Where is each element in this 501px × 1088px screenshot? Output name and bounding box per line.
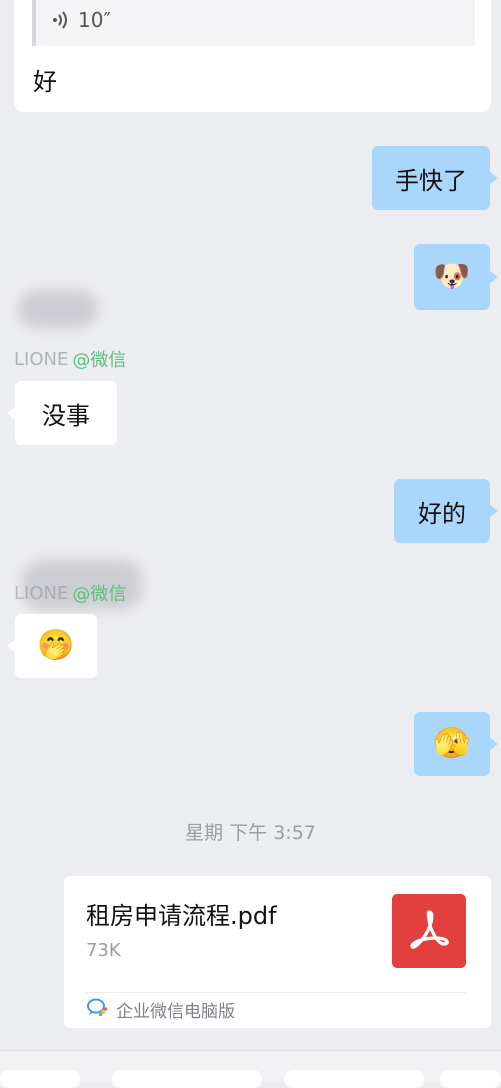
hand-over-mouth-emoji-icon: 🤭: [37, 628, 75, 663]
sender-source: @微信: [72, 350, 127, 371]
sender-name: LIONE: [14, 582, 69, 604]
outgoing-message-bubble[interactable]: 手快了: [372, 146, 498, 210]
peek-emoji-icon: 🫣: [433, 726, 471, 761]
doge-emoji-icon: 🐶: [433, 259, 471, 294]
bottom-bar-item[interactable]: [112, 1070, 262, 1088]
incoming-message-bubble[interactable]: 没事: [7, 381, 117, 445]
sender-source: @微信: [72, 584, 127, 605]
sender-label: LIONE @微信: [14, 580, 126, 606]
file-source-text: 企业微信电脑版: [116, 1001, 235, 1022]
outgoing-emoji-bubble[interactable]: 🐶: [414, 244, 498, 310]
pdf-icon: [392, 894, 466, 968]
bottom-bar-item[interactable]: [440, 1070, 501, 1088]
file-size: 73K: [86, 940, 121, 961]
message-text: 好的: [418, 499, 466, 528]
message-text: 没事: [42, 401, 90, 430]
quoted-reply-text: 好: [33, 68, 57, 96]
wecom-logo-icon: [86, 997, 108, 1022]
message-text: 手快了: [395, 166, 467, 195]
voice-message[interactable]: 10″: [52, 6, 111, 34]
bottom-bar-item[interactable]: [0, 1070, 80, 1088]
outgoing-message-bubble[interactable]: 好的: [394, 479, 498, 543]
avatar-blur: [18, 290, 98, 328]
voice-duration: 10″: [78, 8, 111, 32]
sender-label: LIONE @微信: [14, 346, 126, 372]
file-source: 企业微信电脑版: [86, 997, 235, 1022]
sender-name: LIONE: [14, 348, 69, 370]
outgoing-emoji-bubble[interactable]: 🫣: [414, 712, 498, 776]
voice-wave-icon: [52, 10, 70, 30]
file-card-divider: [86, 992, 466, 993]
chat-timestamp: 星期 下午 3:57: [185, 822, 316, 844]
file-name: 租房申请流程.pdf: [86, 902, 277, 930]
incoming-emoji-bubble[interactable]: 🤭: [7, 614, 97, 678]
bottom-bar-item[interactable]: [284, 1070, 424, 1088]
